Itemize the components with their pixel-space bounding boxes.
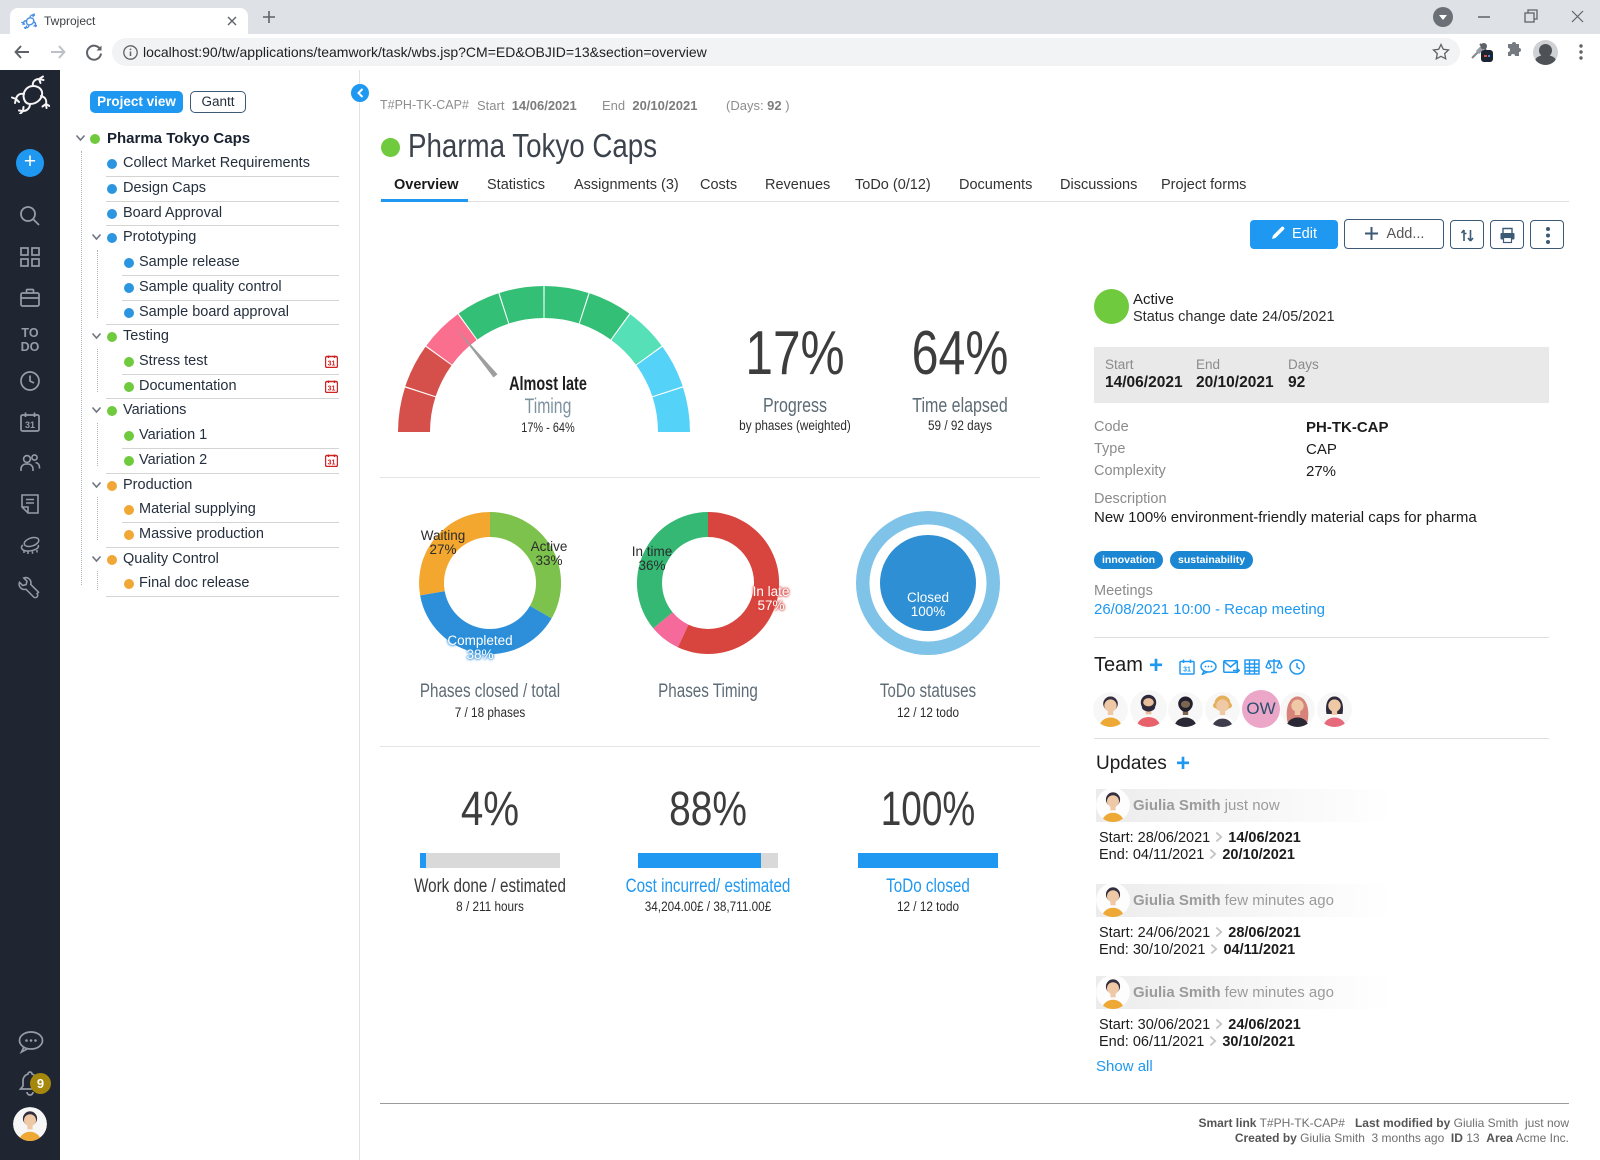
svg-text:31: 31 xyxy=(328,386,336,393)
svg-text:31: 31 xyxy=(328,361,336,368)
svg-text:31: 31 xyxy=(328,460,336,467)
svg-text:31: 31 xyxy=(1183,667,1191,674)
svg-text:31: 31 xyxy=(25,420,35,430)
